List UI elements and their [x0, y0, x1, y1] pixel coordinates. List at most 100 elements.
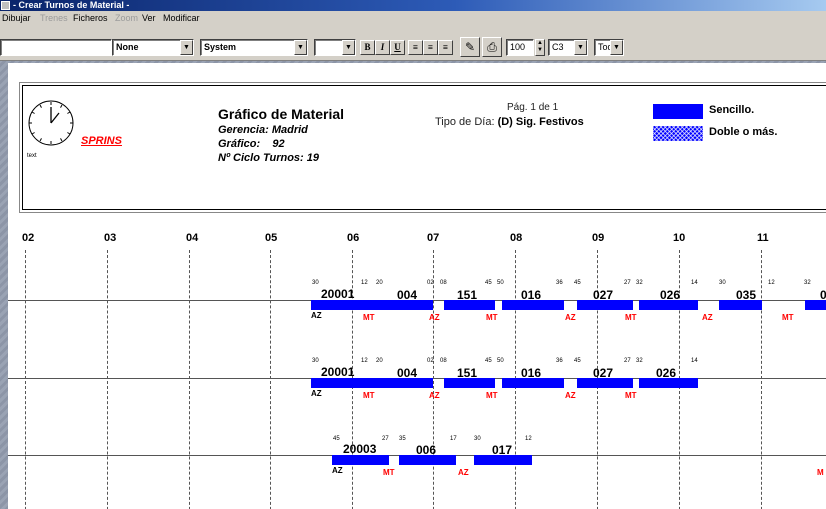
- grafico-line: Gráfico: 92: [218, 138, 285, 150]
- minute-label: 32: [636, 358, 643, 364]
- minute-label: 30: [312, 280, 319, 286]
- minute-label: 12: [361, 280, 368, 286]
- gerencia-value: Madrid: [271, 124, 308, 136]
- zoom-value: 100: [510, 42, 526, 52]
- chevron-down-icon[interactable]: ▼: [294, 40, 307, 55]
- text-field-combo[interactable]: [0, 39, 112, 56]
- align-left-icon[interactable]: ≡: [408, 40, 423, 55]
- minute-label: 02: [427, 358, 434, 364]
- chart-canvas[interactable]: text SPRINS Gráfico de Material Gerencia…: [8, 63, 826, 509]
- day-type: Tipo de Día: (D) Sig. Festivos: [435, 116, 584, 128]
- minute-label: 36: [556, 358, 563, 364]
- legend-single-label: Sencillo.: [709, 104, 755, 116]
- ciclo-value: 19: [306, 152, 320, 164]
- grafico-label: Gráfico:: [218, 138, 261, 150]
- italic-button[interactable]: I: [375, 40, 390, 55]
- hour-gridline: [25, 250, 26, 509]
- minute-label: 45: [333, 436, 340, 442]
- day-type-label: Tipo de Día:: [435, 116, 495, 128]
- hour-label: 02: [22, 232, 35, 244]
- align-right-icon[interactable]: ≡: [438, 40, 453, 55]
- chevron-down-icon[interactable]: ▼: [180, 40, 193, 55]
- align-center-icon[interactable]: ≡: [423, 40, 438, 55]
- combo-value: None: [116, 42, 139, 52]
- legend-double-label: Doble o más.: [709, 126, 778, 138]
- menu-ficheros[interactable]: Ficheros: [73, 11, 108, 25]
- station-code: MT: [625, 391, 637, 400]
- turn-bar[interactable]: [332, 455, 389, 465]
- minute-label: 12: [768, 280, 775, 286]
- hour-label: 08: [510, 232, 523, 244]
- gerencia-label: Gerencia:: [218, 124, 269, 136]
- train-number: 026: [656, 366, 677, 380]
- legend-double-swatch: [653, 126, 703, 141]
- minute-label: 27: [624, 358, 631, 364]
- day-type-value: (D) Sig. Festivos: [497, 116, 584, 128]
- train-number: 151: [457, 366, 478, 380]
- minute-label: 02: [427, 280, 434, 286]
- minute-label: 30: [474, 436, 481, 442]
- station-code: MT: [363, 391, 375, 400]
- menu-ver[interactable]: Ver: [142, 11, 156, 25]
- train-number: 035: [736, 288, 757, 302]
- chevron-down-icon[interactable]: ▼: [610, 40, 623, 55]
- hour-label: 04: [186, 232, 199, 244]
- menu-zoom[interactable]: Zoom: [115, 11, 138, 25]
- minute-label: 50: [497, 280, 504, 286]
- station-code: MT: [486, 391, 498, 400]
- font-size-select[interactable]: ▼: [314, 39, 356, 56]
- minute-label: 12: [361, 358, 368, 364]
- print-icon[interactable]: ⎙: [482, 37, 502, 57]
- minute-label: 45: [574, 280, 581, 286]
- title-bar[interactable]: - Crear Turnos de Material -: [0, 0, 826, 11]
- minute-label: 27: [382, 436, 389, 442]
- hour-gridline: [761, 250, 762, 509]
- train-number: 016: [521, 366, 542, 380]
- minute-label: 32: [636, 280, 643, 286]
- paint-tool-icon[interactable]: ✎: [460, 37, 480, 57]
- minute-label: 50: [497, 358, 504, 364]
- minute-label: 08: [440, 280, 447, 286]
- hour-gridline: [189, 250, 190, 509]
- menu-dibujar[interactable]: Dibujar: [2, 11, 31, 25]
- train-number: 016: [521, 288, 542, 302]
- hour-label: 07: [427, 232, 440, 244]
- menu-modificar[interactable]: Modificar: [163, 11, 200, 25]
- hour-label: 11: [757, 232, 769, 244]
- menu-trenes[interactable]: Trenes: [40, 11, 68, 25]
- turn-bar[interactable]: [311, 300, 354, 310]
- hour-label: 09: [592, 232, 605, 244]
- minute-label: 32: [804, 280, 811, 286]
- filter-select[interactable]: Tod ▼: [594, 39, 624, 56]
- station-code: AZ: [702, 313, 713, 322]
- hour-gridline: [107, 250, 108, 509]
- chevron-down-icon[interactable]: ▼: [342, 40, 355, 55]
- color-select[interactable]: C3 ▼: [548, 39, 588, 56]
- turn-bar[interactable]: [352, 378, 433, 388]
- underline-button[interactable]: U: [390, 40, 405, 55]
- font-select[interactable]: System ▼: [200, 39, 308, 56]
- station-code: MT: [486, 313, 498, 322]
- chevron-down-icon[interactable]: ▼: [574, 40, 587, 55]
- zoom-input[interactable]: 100: [506, 39, 534, 56]
- line-style-select[interactable]: None ▼: [112, 39, 194, 56]
- bold-button[interactable]: B: [360, 40, 375, 55]
- station-code: MT: [383, 468, 395, 477]
- station-code: MT: [625, 313, 637, 322]
- train-number: 017: [492, 443, 513, 457]
- combo-value: System: [204, 42, 237, 52]
- minute-label: 45: [485, 358, 492, 364]
- application-window: - Crear Turnos de Material - Dibujar Tre…: [0, 0, 826, 509]
- train-number: 20003: [343, 442, 377, 456]
- train-number: 004: [397, 366, 418, 380]
- station-code: MT: [363, 313, 375, 322]
- gerencia-line: Gerencia: Madrid: [218, 124, 308, 136]
- zoom-spinner-icon[interactable]: ▲ ▼: [535, 39, 545, 56]
- menu-bar: Dibujar Trenes Ficheros Zoom Ver Modific…: [0, 11, 826, 25]
- turn-bar[interactable]: [311, 378, 354, 388]
- hour-label: 03: [104, 232, 117, 244]
- ciclo-line: Nº Ciclo Turnos: 19: [218, 152, 319, 164]
- station-code: MT: [782, 313, 794, 322]
- turn-bar[interactable]: [352, 300, 433, 310]
- station-code: AZ: [458, 468, 469, 477]
